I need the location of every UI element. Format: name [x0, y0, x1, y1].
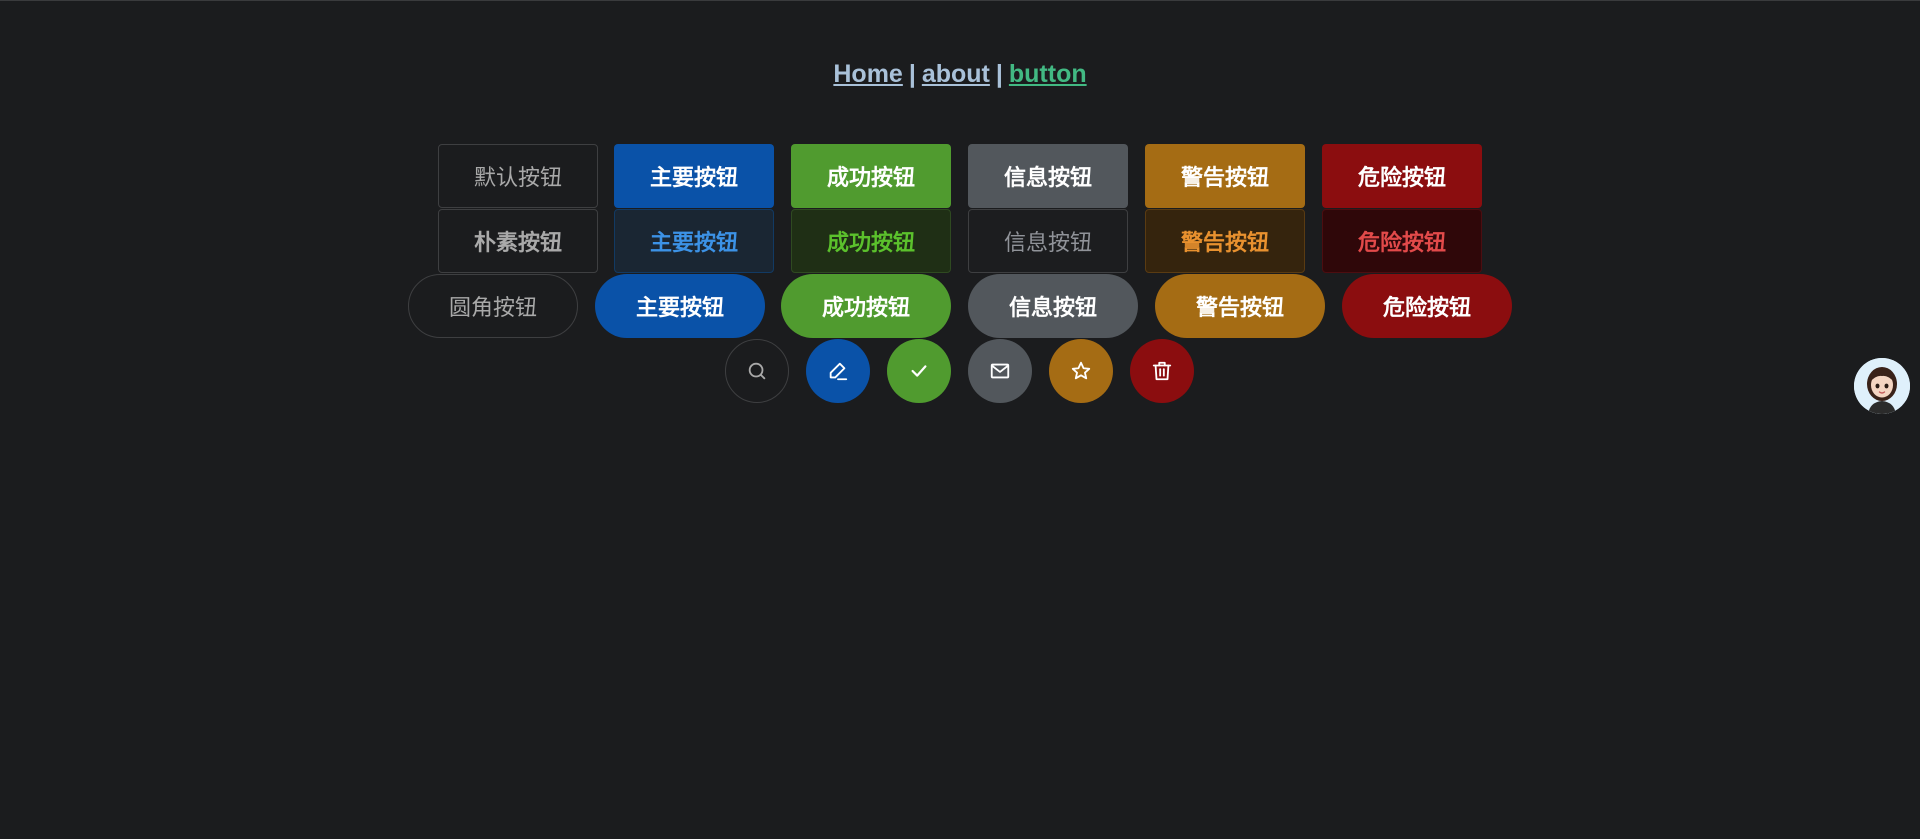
round-default-button[interactable]: 圆角按钮 — [408, 274, 578, 338]
default-button[interactable]: 默认按钮 — [438, 144, 598, 208]
round-warning-button[interactable]: 警告按钮 — [1155, 274, 1325, 338]
round-danger-button[interactable]: 危险按钮 — [1342, 274, 1512, 338]
star-icon — [1071, 361, 1091, 380]
edit-icon — [829, 362, 848, 381]
delete-circle-button[interactable] — [1130, 339, 1194, 403]
info-button[interactable]: 信息按钮 — [968, 144, 1128, 208]
nav-separator: | — [995, 60, 1003, 88]
round-primary-button[interactable]: 主要按钮 — [595, 274, 765, 338]
round-info-button[interactable]: 信息按钮 — [968, 274, 1138, 338]
plain-success-button[interactable]: 成功按钮 — [791, 209, 951, 273]
nav-separator: | — [908, 60, 916, 88]
danger-button[interactable]: 危险按钮 — [1322, 144, 1482, 208]
nav-link-home[interactable]: Home — [833, 60, 902, 88]
search-icon — [748, 362, 766, 380]
top-border — [0, 0, 1920, 1]
avatar-icon — [1854, 358, 1910, 414]
primary-button[interactable]: 主要按钮 — [614, 144, 774, 208]
nav-link-button[interactable]: button — [1009, 60, 1087, 88]
plain-warning-button[interactable]: 警告按钮 — [1145, 209, 1305, 273]
plain-default-button[interactable]: 朴素按钮 — [438, 209, 598, 273]
plain-info-button[interactable]: 信息按钮 — [968, 209, 1128, 273]
avatar[interactable] — [1854, 358, 1910, 414]
edit-circle-button[interactable] — [806, 339, 870, 403]
check-icon — [911, 365, 927, 377]
delete-icon — [1152, 361, 1172, 381]
plain-danger-button[interactable]: 危险按钮 — [1322, 209, 1482, 273]
nav-link-about[interactable]: about — [922, 60, 990, 88]
mail-icon — [990, 363, 1010, 379]
search-circle-button[interactable] — [725, 339, 789, 403]
mail-circle-button[interactable] — [968, 339, 1032, 403]
star-circle-button[interactable] — [1049, 339, 1113, 403]
success-button[interactable]: 成功按钮 — [791, 144, 951, 208]
warning-button[interactable]: 警告按钮 — [1145, 144, 1305, 208]
check-circle-button[interactable] — [887, 339, 951, 403]
plain-primary-button[interactable]: 主要按钮 — [614, 209, 774, 273]
nav-bar: Home | about | button — [0, 60, 1920, 89]
round-success-button[interactable]: 成功按钮 — [781, 274, 951, 338]
